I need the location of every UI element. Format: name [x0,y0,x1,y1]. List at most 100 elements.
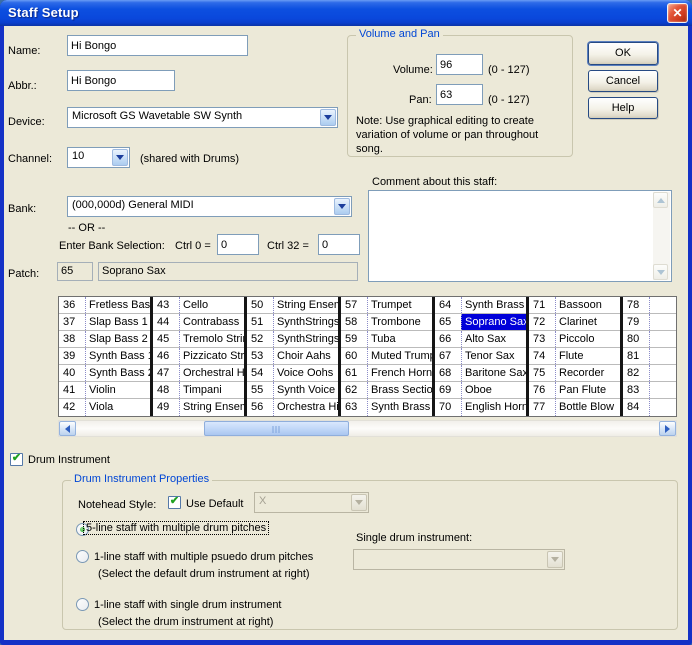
patch-cell[interactable]: 79 [623,314,677,331]
patch-cell[interactable]: 76Pan Flute [529,382,620,399]
patch-cell[interactable]: 50String Ensem [247,297,338,314]
patch-cell[interactable]: 51SynthStrings [247,314,338,331]
radio-1line-single-label[interactable]: 1-line staff with single drum instrument [94,599,282,611]
patch-number: 60 [341,348,367,364]
patch-name: Synth Brass [461,297,526,313]
name-input[interactable] [67,35,248,56]
patch-number: 51 [247,314,273,330]
patch-name: Violin [85,382,150,398]
patch-cell[interactable]: 71Bassoon [529,297,620,314]
patch-cell[interactable]: 78 [623,297,677,314]
patch-cell[interactable]: 45Tremolo Strin [153,331,244,348]
patch-cell[interactable]: 36Fretless Bas [59,297,150,314]
title-bar[interactable]: Staff Setup ✕ [0,0,692,26]
channel-combobox[interactable]: 10 [67,147,130,168]
patch-cell[interactable]: 84 [623,399,677,416]
patch-cell[interactable]: 80 [623,331,677,348]
scroll-right-icon[interactable] [659,421,676,436]
comment-scrollbar[interactable] [653,192,670,280]
patch-cell[interactable]: 70English Horn [435,399,526,416]
patch-cell[interactable]: 64Synth Brass [435,297,526,314]
device-combobox[interactable]: Microsoft GS Wavetable SW Synth [67,107,338,128]
patch-cell[interactable]: 48Timpani [153,382,244,399]
patch-cell[interactable]: 65Soprano Sax [435,314,526,331]
patch-cell[interactable]: 55Synth Voice [247,382,338,399]
radio-5line-multiple-label[interactable]: 5-line staff with multiple drum pitches [84,522,268,534]
single-drum-value [354,550,546,569]
patch-cell[interactable]: 39Synth Bass 1 [59,348,150,365]
bank-combobox[interactable]: (000,000d) General MIDI [67,196,352,217]
patch-table-scrollbar[interactable] [58,420,677,437]
ok-button[interactable]: OK [588,42,658,65]
patch-name: Synth Bass 1 [85,348,150,364]
patch-cell[interactable]: 83 [623,382,677,399]
scroll-up-icon[interactable] [653,192,668,208]
bank-selection-label: Enter Bank Selection: [59,240,165,252]
radio-1line-pseudo[interactable] [76,550,89,563]
patch-name: Synth Bass 2 [85,365,150,381]
scroll-left-icon[interactable] [59,421,76,436]
patch-cell[interactable]: 41Violin [59,382,150,399]
patch-table[interactable]: 36Fretless Bas37Slap Bass 138Slap Bass 2… [58,296,677,417]
patch-cell[interactable]: 57Trumpet [341,297,432,314]
patch-number: 75 [529,365,555,381]
ctrl0-input[interactable] [217,234,259,255]
patch-cell[interactable]: 38Slap Bass 2 [59,331,150,348]
patch-cell[interactable]: 46Pizzicato Stri [153,348,244,365]
ctrl32-input[interactable] [318,234,360,255]
patch-cell[interactable]: 58Trombone [341,314,432,331]
patch-cell[interactable]: 43Cello [153,297,244,314]
drum-instrument-label: Drum Instrument [28,454,110,466]
patch-cell[interactable]: 75Recorder [529,365,620,382]
patch-cell[interactable]: 63Synth Brass [341,399,432,416]
patch-cell[interactable]: 54Voice Oohs [247,365,338,382]
patch-cell[interactable]: 56Orchestra Hit [247,399,338,416]
patch-cell[interactable]: 66Alto Sax [435,331,526,348]
use-default-checkbox[interactable]: ✔ [168,496,181,509]
patch-cell[interactable]: 73Piccolo [529,331,620,348]
or-text: -- OR -- [68,222,105,234]
pan-input[interactable] [436,84,483,105]
patch-cell[interactable]: 47Orchestral H [153,365,244,382]
volume-input[interactable] [436,54,483,75]
patch-cell[interactable]: 69Oboe [435,382,526,399]
patch-number: 40 [59,365,85,381]
bank-value: (000,000d) General MIDI [68,197,333,216]
patch-cell[interactable]: 44Contrabass [153,314,244,331]
radio-1line-single[interactable] [76,598,89,611]
comment-textarea[interactable] [368,190,672,282]
patch-cell[interactable]: 72Clarinet [529,314,620,331]
chevron-down-icon[interactable] [112,149,128,166]
patch-cell[interactable]: 62Brass Sectio [341,382,432,399]
patch-cell[interactable]: 61French Horn [341,365,432,382]
patch-cell[interactable]: 60Muted Trump [341,348,432,365]
patch-cell[interactable]: 42Viola [59,399,150,416]
patch-name: Synth Voice [273,382,338,398]
patch-cell[interactable]: 59Tuba [341,331,432,348]
scroll-down-icon[interactable] [653,264,668,280]
patch-cell[interactable]: 68Baritone Sax [435,365,526,382]
patch-cell[interactable]: 40Synth Bass 2 [59,365,150,382]
scrollbar-thumb[interactable] [204,421,349,436]
patch-cell[interactable]: 67Tenor Sax [435,348,526,365]
chevron-down-icon[interactable] [334,198,350,215]
cancel-button[interactable]: Cancel [588,70,658,92]
drum-instrument-checkbox[interactable]: ✔ [10,453,23,466]
patch-cell[interactable]: 49String Ensem [153,399,244,416]
patch-cell[interactable]: 81 [623,348,677,365]
radio-1line-pseudo-label[interactable]: 1-line staff with multiple psuedo drum p… [94,551,313,563]
patch-number: 39 [59,348,85,364]
chevron-down-icon[interactable] [320,109,336,126]
patch-cell[interactable]: 52SynthStrings [247,331,338,348]
abbr-input[interactable] [67,70,175,91]
patch-cell[interactable]: 74Flute [529,348,620,365]
help-button[interactable]: Help [588,97,658,119]
pan-label: Pan: [409,94,432,106]
patch-column: 71Bassoon72Clarinet73Piccolo74Flute75Rec… [529,297,623,416]
patch-cell[interactable]: 82 [623,365,677,382]
device-label: Device: [8,116,45,128]
patch-cell[interactable]: 77Bottle Blow [529,399,620,416]
patch-cell[interactable]: 37Slap Bass 1 [59,314,150,331]
close-icon[interactable]: ✕ [667,3,688,23]
patch-cell[interactable]: 53Choir Aahs [247,348,338,365]
